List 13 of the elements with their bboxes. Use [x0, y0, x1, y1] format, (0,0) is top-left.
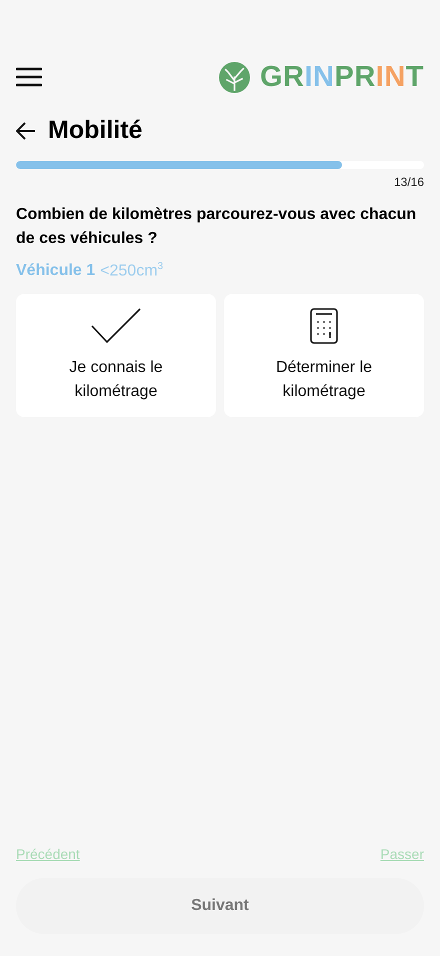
checkmark-icon	[91, 308, 141, 344]
back-arrow-icon[interactable]	[16, 122, 36, 140]
tree-logo-icon	[218, 62, 250, 92]
vehicle-detail: <250cm$^{3}$	[100, 261, 164, 280]
progress-count: 13/16	[394, 175, 424, 189]
menu-icon[interactable]	[16, 67, 42, 87]
question-text: Combien de kilomètres parcourez-vous avec chacun de ces véhicules ?	[16, 205, 418, 249]
page-title: Mobilité	[48, 116, 142, 145]
option-card[interactable]: Déterminer le kilométrage	[224, 294, 424, 418]
logo-text: GRINPRINT	[260, 60, 424, 94]
vehicle-label: Véhicule 1	[16, 262, 96, 280]
calculator-icon	[310, 308, 338, 344]
option-card[interactable]: Je connais le kilométrage	[16, 294, 216, 418]
